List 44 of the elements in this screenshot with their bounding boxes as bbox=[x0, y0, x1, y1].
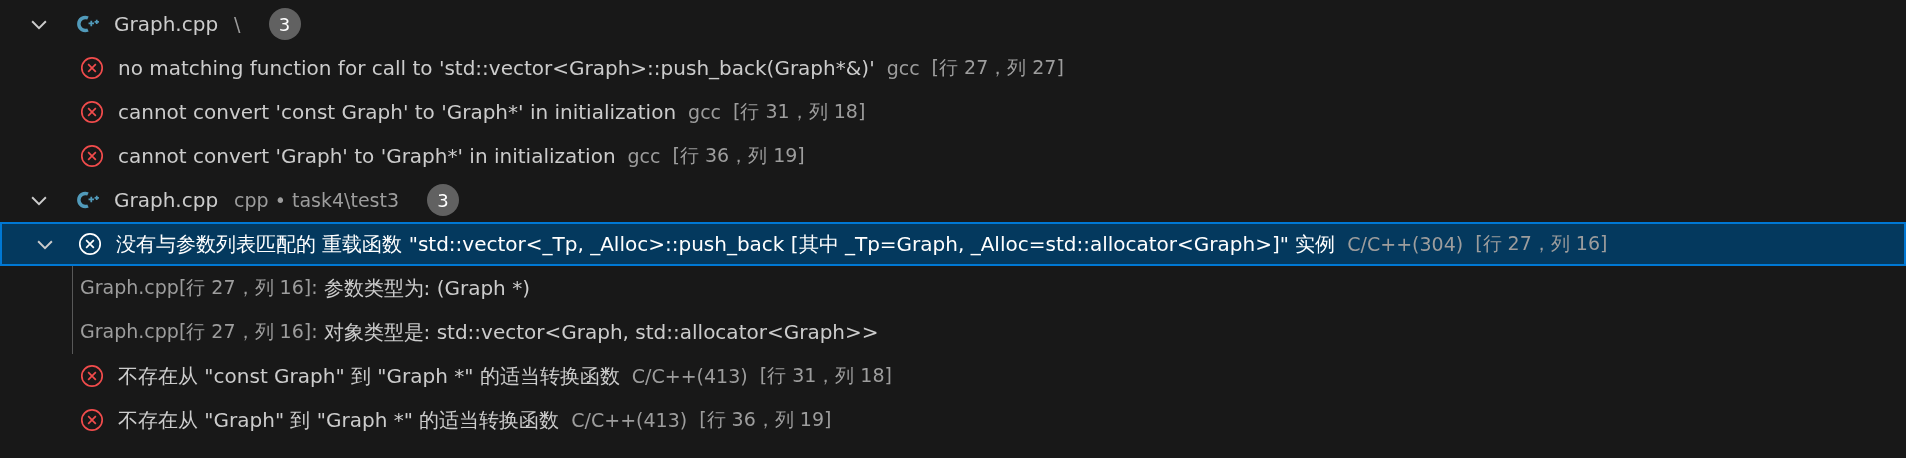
problem-row[interactable]: no matching function for call to 'std::vector<Graph>::push_back(Graph*&)' gcc [行 27，列 27] bbox=[0, 46, 1906, 90]
file-name: Graph.cpp bbox=[114, 12, 219, 36]
related-message: 对象类型是: std::vector<Graph, std::allocator<Graph>> bbox=[323, 318, 879, 346]
error-icon bbox=[80, 100, 104, 124]
cpp-file-icon bbox=[76, 14, 100, 34]
file-name: Graph.cpp bbox=[114, 188, 219, 212]
problem-row[interactable]: 不存在从 "Graph" 到 "Graph *" 的适当转换函数 C/C++(413) [行 36，列 19] bbox=[0, 398, 1906, 442]
problem-row[interactable]: 没有与参数列表匹配的 重载函数 "std::vector<_Tp, _Alloc>::push_back [其中 _Tp=Graph, _Alloc=std::allocator<Graph>]" 实例 C/C++(304) [行 27，列 16] bbox=[0, 222, 1906, 266]
problem-location: [行 36，列 19] bbox=[699, 407, 832, 432]
problem-source: C/C++(413) bbox=[571, 409, 688, 431]
problem-source: gcc bbox=[627, 145, 661, 167]
problem-row[interactable]: 不存在从 "const Graph" 到 "Graph *" 的适当转换函数 C/C++(413) [行 31，列 18] bbox=[0, 354, 1906, 398]
file-path: cpp • task4\test3 bbox=[234, 189, 399, 211]
problem-message: cannot convert 'Graph' to 'Graph*' in initialization bbox=[118, 144, 616, 168]
related-location[interactable]: Graph.cpp[行 27，列 16]: bbox=[80, 275, 318, 301]
file-path: \ bbox=[234, 13, 241, 35]
cpp-file-icon bbox=[76, 190, 100, 210]
problem-location: [行 31，列 18] bbox=[733, 99, 866, 124]
problem-count-badge: 3 bbox=[427, 184, 459, 216]
related-location[interactable]: Graph.cpp[行 27，列 16]: bbox=[80, 319, 318, 345]
problem-message: no matching function for call to 'std::vector<Graph>::push_back(Graph*&)' bbox=[118, 56, 875, 80]
problem-message: 没有与参数列表匹配的 重载函数 "std::vector<_Tp, _Alloc>::push_back [其中 _Tp=Graph, _Alloc=std::allocator<Graph>]" 实例 bbox=[116, 230, 1336, 258]
problem-location: [行 27，列 16] bbox=[1475, 231, 1608, 256]
problem-source: gcc bbox=[886, 57, 920, 79]
problem-source: C/C++(304) bbox=[1347, 233, 1464, 255]
file-row[interactable]: Graph.cpp cpp • task4\test3 3 bbox=[0, 178, 1906, 222]
error-icon bbox=[80, 364, 104, 388]
problem-message: cannot convert 'const Graph' to 'Graph*' in initialization bbox=[118, 100, 677, 124]
problem-source: C/C++(413) bbox=[631, 365, 748, 387]
problem-location: [行 31，列 18] bbox=[759, 363, 892, 388]
problem-count-badge: 3 bbox=[268, 8, 301, 40]
error-icon bbox=[80, 144, 104, 168]
problem-message: 不存在从 "Graph" 到 "Graph *" 的适当转换函数 bbox=[118, 406, 560, 434]
problem-row[interactable]: cannot convert 'const Graph' to 'Graph*' in initialization gcc [行 31，列 18] bbox=[0, 90, 1906, 134]
problem-location: [行 36，列 19] bbox=[672, 143, 805, 168]
error-icon bbox=[78, 232, 102, 256]
problem-source: gcc bbox=[688, 101, 722, 123]
error-icon bbox=[80, 408, 104, 432]
problem-location: [行 27，列 27] bbox=[931, 55, 1064, 80]
problem-row[interactable]: cannot convert 'Graph' to 'Graph*' in initialization gcc [行 36，列 19] bbox=[0, 134, 1906, 178]
problem-message: 不存在从 "const Graph" 到 "Graph *" 的适当转换函数 bbox=[118, 362, 620, 390]
related-message: 参数类型为: (Graph *) bbox=[323, 274, 530, 302]
error-icon bbox=[80, 56, 104, 80]
file-row[interactable]: Graph.cpp \ 3 bbox=[0, 2, 1906, 46]
